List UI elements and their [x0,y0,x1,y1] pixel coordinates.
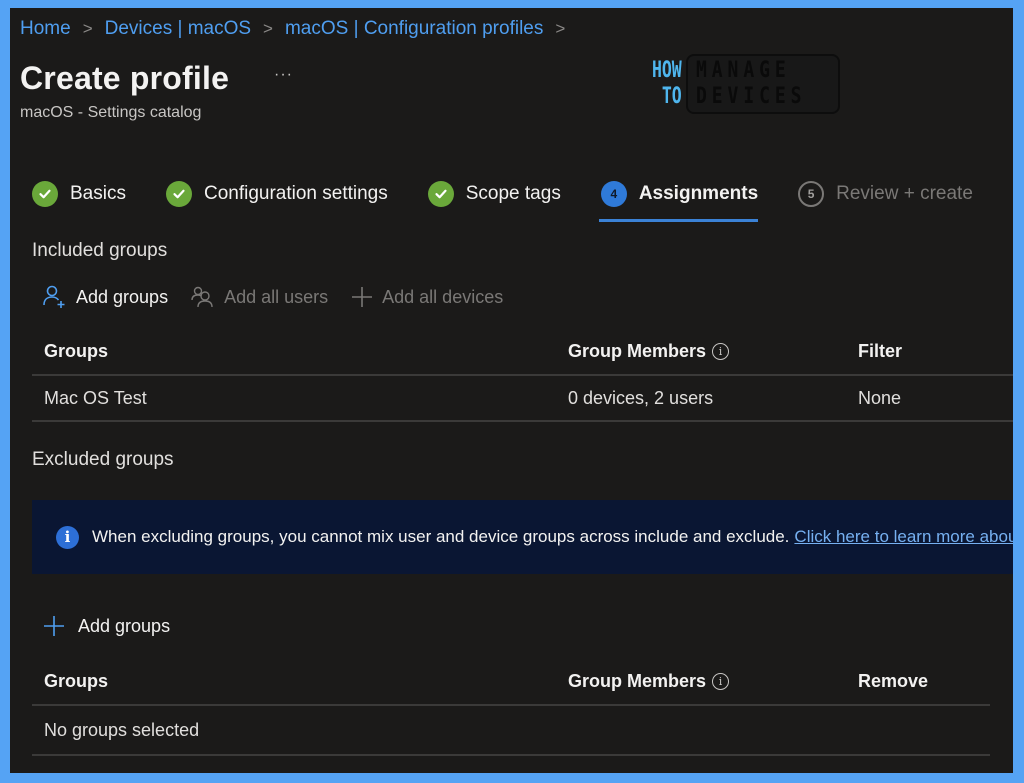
plus-icon [42,614,66,638]
table-header-row: Groups Group Members i Filter [32,328,1013,376]
logo-how-to: HOW TO [652,58,682,110]
info-icon[interactable]: i [712,342,730,360]
step-label: Configuration settings [203,183,388,204]
add-all-users-button[interactable]: Add all users [190,284,328,310]
more-options-button[interactable]: ··· [274,66,293,84]
add-groups-label: Add groups [76,286,169,307]
checkmark-icon [165,181,192,207]
how-to-manage-devices-logo: HOW TO MANAGE DEVICES [642,54,841,114]
page-title: Create profile [20,60,230,96]
table-header-row: Groups Group Members i Remove [32,658,990,706]
included-groups-table: Groups Group Members i Filter Mac OS Tes… [32,328,1013,422]
step-configuration-settings[interactable]: Configuration settings [165,178,388,210]
add-all-devices-button[interactable]: Add all devices [350,285,503,309]
add-user-icon [42,284,68,310]
breadcrumb: Home > Devices | macOS > macOS | Configu… [20,18,577,40]
page-subtitle: macOS - Settings catalog [20,104,202,121]
column-header-groups: Groups [44,340,109,361]
included-groups-toolbar: Add groups Add all users Add all devices [42,284,525,310]
included-groups-title: Included groups [32,240,168,261]
step-scope-tags[interactable]: Scope tags [427,178,561,210]
chevron-right-icon: > [263,19,273,38]
step-basics[interactable]: Basics [32,178,126,210]
column-header-group-members: Group Members i [568,670,730,692]
add-groups-button[interactable]: Add groups [42,284,168,310]
add-excluded-groups-button[interactable]: Add groups [42,614,170,638]
users-icon [190,284,216,310]
create-profile-panel: Home > Devices | macOS > macOS | Configu… [10,8,1013,773]
group-name: Mac OS Test [44,387,147,408]
logo-devices: DEVICES [695,84,807,109]
column-header-groups: Groups [44,670,109,691]
step-label: Scope tags [465,183,561,204]
logo-box: MANAGE DEVICES [685,54,841,114]
step-number-badge: 5 [798,181,825,207]
add-groups-label: Add groups [78,615,171,636]
step-label: Review + create [836,183,973,204]
no-groups-selected-text: No groups selected [44,719,200,740]
info-icon[interactable]: i [712,672,730,690]
info-banner: i When excluding groups, you cannot mix … [32,500,1013,574]
empty-row: No groups selected [32,706,990,756]
column-header-group-members-label: Group Members [568,340,707,361]
excluded-groups-table: Groups Group Members i Remove No groups … [32,658,990,756]
column-header-filter: Filter [858,340,903,361]
column-header-group-members-label: Group Members [568,670,707,691]
checkmark-icon [427,181,454,207]
step-number-badge: 4 [600,181,627,207]
chevron-right-icon: > [555,19,566,38]
group-members: 0 devices, 2 users [568,387,714,408]
table-row[interactable]: Mac OS Test 0 devices, 2 users None [32,376,1013,422]
step-assignments[interactable]: 4 Assignments [598,178,759,222]
wizard-steps: Basics Configuration settings Scope tags… [32,178,1013,222]
group-filter[interactable]: None [858,388,901,409]
breadcrumb-home[interactable]: Home [20,18,71,40]
info-banner-text: When excluding groups, you cannot mix us… [92,527,790,546]
logo-manage: MANAGE [695,58,791,83]
chevron-right-icon: > [82,19,93,38]
logo-how: HOW [651,58,682,83]
breadcrumb-devices-macos[interactable]: Devices | macOS [105,18,251,40]
info-icon: i [56,525,79,549]
logo-to: TO [661,84,682,109]
step-review-create[interactable]: 5 Review + create [798,178,973,210]
step-label: Assignments [638,183,759,204]
breadcrumb-configuration-profiles[interactable]: macOS | Configuration profiles [285,18,543,40]
add-all-users-label: Add all users [224,286,329,307]
plus-icon [350,285,374,309]
learn-more-link[interactable]: Click here to learn more about [794,527,1013,547]
column-header-group-members: Group Members i [568,340,730,362]
add-all-devices-label: Add all devices [382,286,504,307]
checkmark-icon [32,181,58,207]
step-label: Basics [70,183,126,204]
excluded-groups-title: Excluded groups [32,449,174,470]
column-header-remove: Remove [858,670,929,691]
